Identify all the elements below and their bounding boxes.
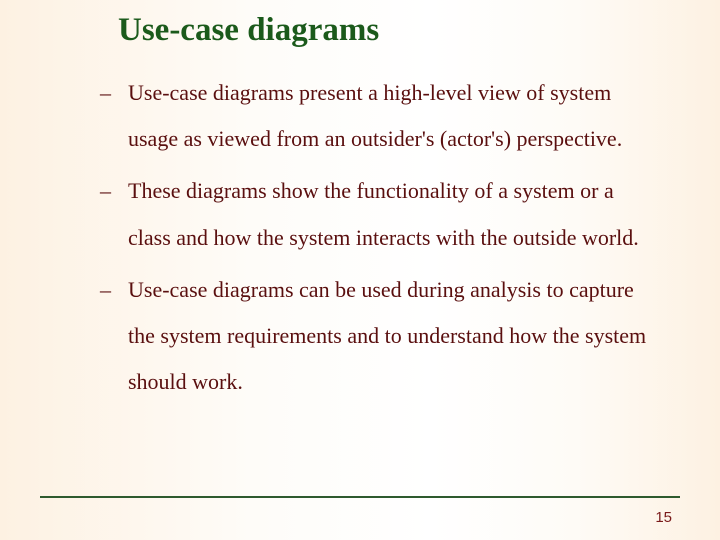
- bullet-dash-icon: –: [100, 70, 128, 162]
- slide-title: Use-case diagrams: [118, 12, 379, 49]
- slide-body: – Use-case diagrams present a high-level…: [100, 70, 660, 411]
- slide: Use-case diagrams – Use-case diagrams pr…: [0, 0, 720, 540]
- bullet-text: These diagrams show the functionality of…: [128, 168, 660, 260]
- bullet-dash-icon: –: [100, 267, 128, 406]
- list-item: – Use-case diagrams can be used during a…: [100, 267, 660, 406]
- bullet-text: Use-case diagrams present a high-level v…: [128, 70, 660, 162]
- page-number: 15: [655, 509, 672, 526]
- bullet-dash-icon: –: [100, 168, 128, 260]
- bullet-text: Use-case diagrams can be used during ana…: [128, 267, 660, 406]
- list-item: – Use-case diagrams present a high-level…: [100, 70, 660, 162]
- divider: [40, 496, 680, 498]
- list-item: – These diagrams show the functionality …: [100, 168, 660, 260]
